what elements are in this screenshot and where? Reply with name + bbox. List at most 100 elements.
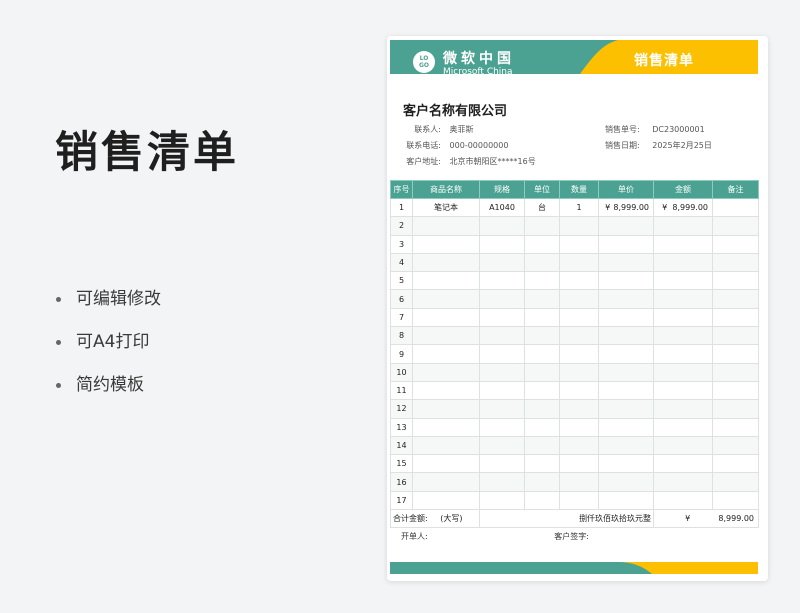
spec-cell [479, 380, 525, 401]
product-name-cell [412, 344, 480, 364]
column-header: 金额 [653, 180, 713, 199]
amount-cell [653, 234, 713, 254]
amount-cell [653, 326, 713, 346]
order-no-row: 销售单号: DC23000001 [605, 124, 705, 135]
amount-cell [653, 216, 713, 236]
quantity-cell [559, 289, 599, 309]
unit-price-cell [598, 216, 654, 236]
amount-cell [653, 490, 713, 511]
note-cell [712, 380, 759, 401]
note-cell [712, 289, 759, 309]
currency-symbol: ¥ [662, 203, 668, 213]
column-header: 序号 [390, 180, 413, 199]
table-row: 8 [390, 326, 759, 346]
company-name-cn: 微软中国 [443, 51, 515, 67]
product-name-cell [412, 435, 480, 456]
row-number-cell: 11 [390, 380, 413, 401]
product-name-cell [412, 234, 480, 254]
document-title: 销售清单 [634, 53, 694, 69]
note-cell [712, 307, 759, 328]
row-number-cell: 13 [390, 417, 413, 437]
table-row: 11 [390, 380, 759, 401]
unit-price-cell [598, 362, 654, 382]
unit-price-value: 8,999.00 [613, 203, 649, 213]
quantity-cell [559, 380, 599, 401]
unit-price-cell [598, 380, 654, 401]
quantity-cell [559, 454, 599, 474]
table-row: 13 [390, 417, 759, 437]
table-row: 16 [390, 472, 759, 492]
product-name-cell [412, 289, 480, 309]
table-row: 3 [390, 234, 759, 254]
column-header: 数量 [559, 180, 599, 199]
spec-cell [479, 216, 525, 236]
order-no-label: 销售单号: [605, 125, 640, 134]
quantity-cell [559, 344, 599, 364]
company-name-en: Microsoft China [443, 67, 513, 77]
row-number-cell: 8 [390, 326, 413, 346]
quantity-cell [559, 307, 599, 328]
note-cell [712, 234, 759, 254]
feature-item: 简约模板 [55, 373, 161, 416]
spec-cell [479, 490, 525, 511]
signature-line: 开单人: 客户签字: [401, 531, 589, 542]
table-row: 9 [390, 344, 759, 364]
amount-cell [653, 271, 713, 291]
column-header: 单价 [598, 180, 654, 199]
amount-cell [653, 252, 713, 273]
table-row: 14 [390, 435, 759, 456]
spec-cell: A1040 [479, 197, 525, 218]
unit-cell [524, 362, 560, 382]
currency-symbol: ¥ [605, 203, 611, 213]
unit-price-cell [598, 252, 654, 273]
note-cell [712, 490, 759, 511]
total-row: 合计金额: (大写) 捌仟玖佰玖拾玖元整 ¥ 8,999.00 [390, 509, 759, 529]
spec-cell [479, 417, 525, 437]
note-cell [712, 435, 759, 456]
unit-cell [524, 326, 560, 346]
product-name-cell [412, 454, 480, 474]
unit-price-cell [598, 289, 654, 309]
order-no-value: DC23000001 [652, 125, 705, 134]
table-row: 6 [390, 289, 759, 309]
table-row: 5 [390, 271, 759, 291]
row-number-cell: 14 [390, 435, 413, 456]
column-header: 备注 [712, 180, 759, 199]
unit-cell [524, 435, 560, 456]
spec-cell [479, 435, 525, 456]
feature-item: 可A4打印 [55, 330, 161, 373]
amount-cell: ¥8,999.00 [653, 197, 713, 218]
product-name-cell [412, 326, 480, 346]
date-label: 销售日期: [605, 141, 640, 150]
note-cell [712, 271, 759, 291]
issuer-label: 开单人: [401, 532, 428, 541]
note-cell [712, 326, 759, 346]
table-row: 17 [390, 490, 759, 511]
table-row: 4 [390, 252, 759, 273]
unit-price-cell [598, 326, 654, 346]
row-number-cell: 1 [390, 197, 413, 218]
row-number-cell: 10 [390, 362, 413, 382]
unit-price-cell [598, 435, 654, 456]
amount-cell [653, 399, 713, 419]
spec-cell [479, 344, 525, 364]
total-upper-label: (大写) [440, 514, 463, 524]
items-table: 序号 商品名称 规格 单位 数量 单价 金额 备注 1 笔记本 A1040 台 1 ¥8,… [390, 180, 759, 529]
row-number-cell: 4 [390, 252, 413, 273]
product-name-cell [412, 399, 480, 419]
table-row: 7 [390, 307, 759, 328]
unit-cell [524, 472, 560, 492]
product-name-cell [412, 380, 480, 401]
amount-cell [653, 362, 713, 382]
product-name-cell [412, 252, 480, 273]
table-row: 2 [390, 216, 759, 236]
row-number-cell: 7 [390, 307, 413, 328]
row-number-cell: 12 [390, 399, 413, 419]
quantity-cell [559, 490, 599, 511]
address-row: 客户地址: 北京市朝阳区*****16号 [401, 156, 535, 167]
product-name-cell [412, 307, 480, 328]
note-cell [712, 454, 759, 474]
quantity-cell [559, 435, 599, 456]
unit-price-cell [598, 417, 654, 437]
quantity-cell: 1 [559, 197, 599, 218]
